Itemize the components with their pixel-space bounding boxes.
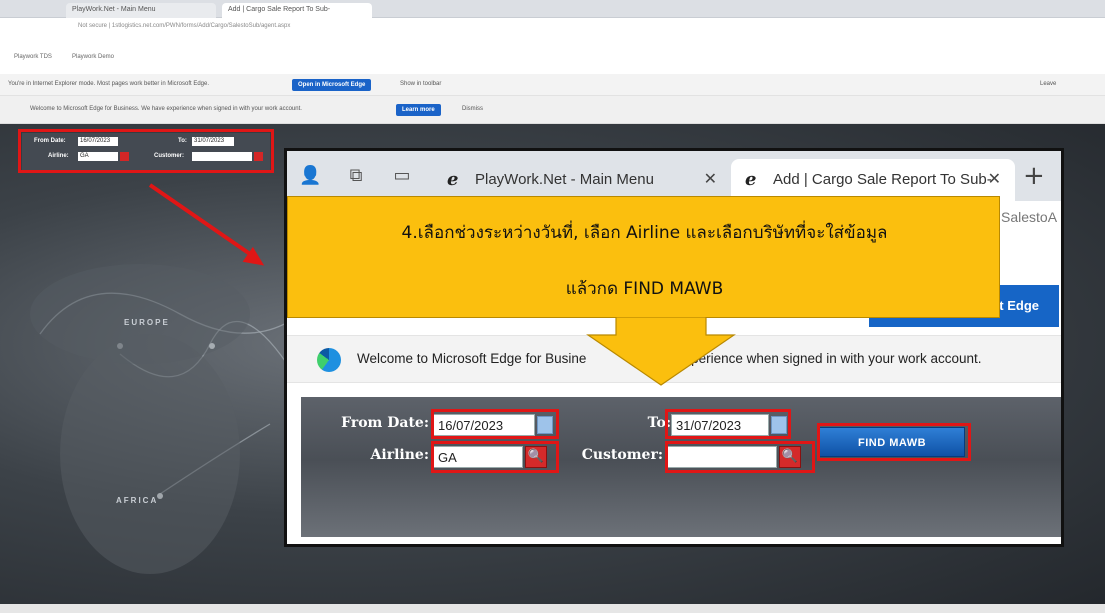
tab-main-menu[interactable]: e PlayWork.Net - Main Menu ✕	[433, 159, 731, 201]
ie-icon: e	[745, 169, 757, 190]
customer-highlight	[665, 441, 815, 473]
continent-label-africa: AFRICA	[116, 496, 159, 505]
bg-ie-mode-bar: You're in Internet Explorer mode. Most p…	[0, 74, 1105, 96]
continent-label-europe: EUROPE	[124, 318, 170, 327]
instruction-callout: 4.เลือกช่วงระหว่างวันที่, เลือก Airline …	[287, 196, 1000, 318]
zoom-tab-bar: 👤 ⧉ ▭ e PlayWork.Net - Main Menu ✕ e Add…	[287, 151, 1061, 201]
close-icon[interactable]: ✕	[704, 159, 717, 201]
bg-tab-cargo-sale[interactable]: Add | Cargo Sale Report To Sub-	[222, 3, 372, 18]
bg-show-toolbar-link[interactable]: Show in toolbar	[400, 81, 441, 87]
bg-address-bar[interactable]: Not secure | 1stlogistics.net.com/PWN/fo…	[70, 21, 930, 33]
tab-cargo-sale-report[interactable]: e Add | Cargo Sale Report To Sub- ✕	[731, 159, 1015, 201]
to-date-highlight	[665, 409, 791, 439]
profile-icon[interactable]: 👤	[299, 165, 321, 187]
airline-label: Airline:	[370, 447, 429, 463]
bg-favorites-bar: Playwork TDS Playwork Demo	[0, 36, 1105, 66]
instruction-line-2: แล้วกด FIND MAWB	[565, 279, 724, 299]
bg-ie-bar-leave[interactable]: Leave	[1040, 81, 1056, 87]
edge-logo-icon	[317, 348, 341, 372]
address-partial-text: SalestoA	[1001, 209, 1058, 225]
from-date-highlight	[431, 409, 559, 439]
bg-tab-main-menu[interactable]: PlayWork.Net - Main Menu	[66, 3, 216, 18]
tab-label: Add | Cargo Sale Report To Sub-	[773, 171, 992, 188]
bg-welcome-text: Welcome to Microsoft Edge for Business. …	[30, 106, 302, 112]
bg-learn-more-button[interactable]: Learn more	[396, 104, 441, 116]
bg-ie-bar-text: You're in Internet Explorer mode. Most p…	[8, 81, 210, 87]
welcome-text-start: Welcome to Microsoft Edge for Busine	[357, 351, 587, 366]
bg-favorite-item[interactable]: Playwork Demo	[72, 54, 114, 60]
bg-address-row: Not secure | 1stlogistics.net.com/PWN/fo…	[0, 18, 1105, 36]
bg-open-edge-button[interactable]: Open in Microsoft Edge	[292, 79, 372, 91]
find-mawb-highlight	[817, 423, 971, 461]
bg-status-strip	[0, 604, 1105, 613]
bg-favorite-item[interactable]: Playwork TDS	[14, 54, 52, 60]
bg-tab-bar: PlayWork.Net - Main Menu Add | Cargo Sal…	[0, 0, 1105, 18]
close-icon[interactable]: ✕	[988, 159, 1001, 201]
instruction-line-1: 4.เลือกช่วงระหว่างวันที่, เลือก Airline …	[401, 223, 888, 243]
new-tab-icon[interactable]: +	[1023, 159, 1045, 193]
bg-dismiss-link[interactable]: Dismiss	[462, 106, 483, 112]
tab-label: PlayWork.Net - Main Menu	[475, 171, 654, 188]
customer-label: Customer:	[581, 447, 663, 463]
callout-down-arrow	[586, 317, 736, 386]
mini-form-highlight-box	[18, 129, 274, 173]
bg-welcome-bar: Welcome to Microsoft Edge for Business. …	[0, 96, 1105, 124]
tab-actions-icon[interactable]: ▭	[391, 165, 413, 187]
to-date-label: To:	[647, 415, 671, 431]
from-date-label: From Date:	[341, 415, 429, 431]
airline-highlight	[431, 441, 559, 473]
ie-icon: e	[447, 169, 459, 190]
workspaces-icon[interactable]: ⧉	[345, 165, 367, 187]
